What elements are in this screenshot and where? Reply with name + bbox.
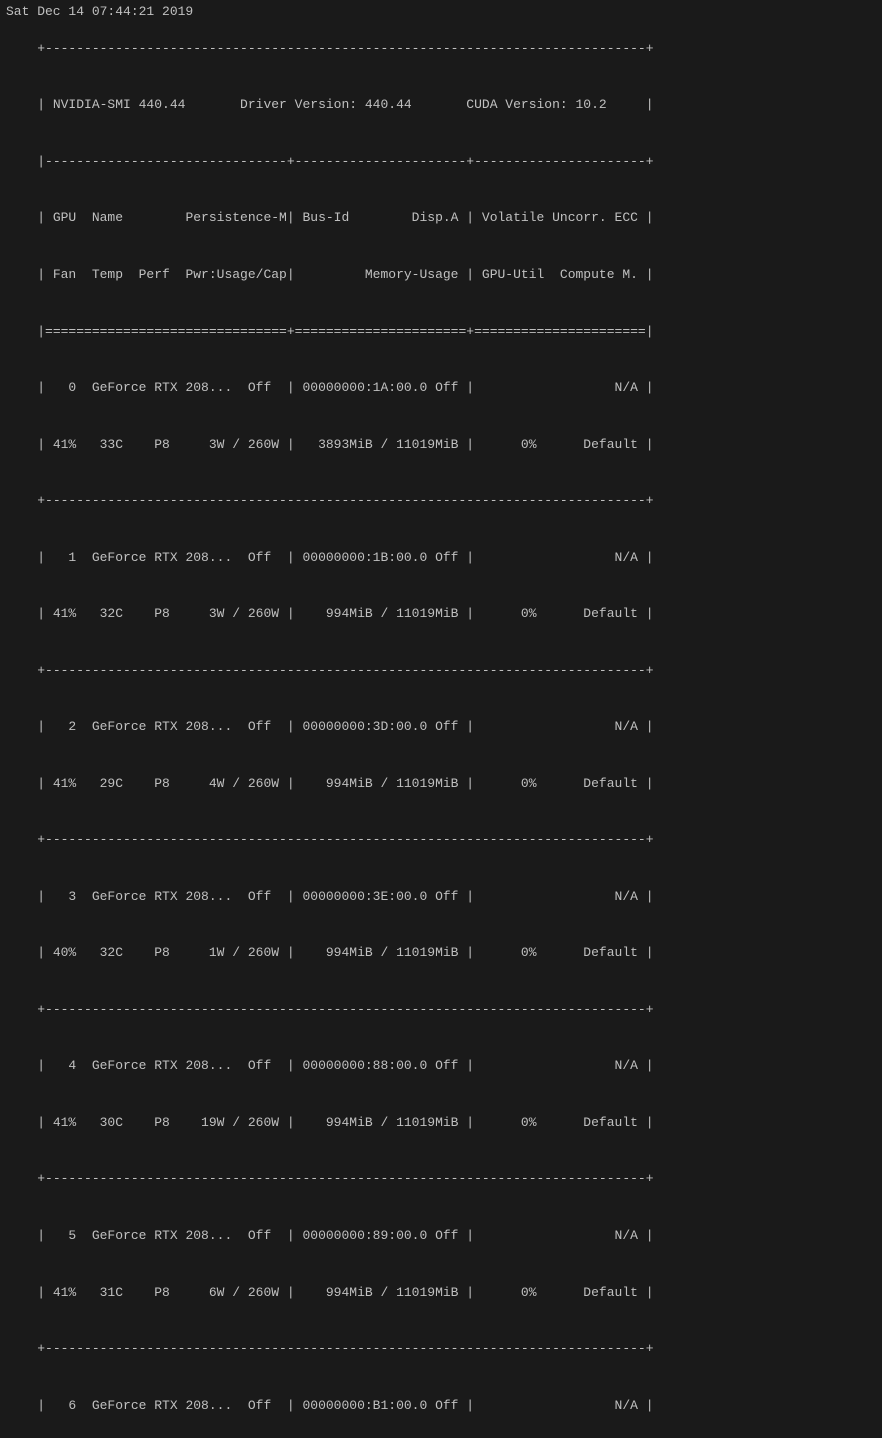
gpu-0-divider: +---------------------------------------… [37,493,653,508]
gpu-4-row2: | 41% 30C P8 19W / 260W | 994MiB / 11019… [37,1115,653,1130]
gpu-5-row2: | 41% 31C P8 6W / 260W | 994MiB / 11019M… [37,1285,653,1300]
col-divider-2: |===============================+=======… [37,324,653,339]
smi-header: | NVIDIA-SMI 440.44 Driver Version: 440.… [37,97,653,112]
terminal-window: Sat Dec 14 07:44:21 2019 +--------------… [0,0,882,1438]
gpu-0-row1: | 0 GeForce RTX 208... Off | 00000000:1A… [37,380,653,395]
gpu-1-row2: | 41% 32C P8 3W / 260W | 994MiB / 11019M… [37,606,653,621]
gpu-6-row1: | 6 GeForce RTX 208... Off | 00000000:B1… [37,1398,653,1413]
smi-output: +---------------------------------------… [6,21,876,1438]
gpu-5-row1: | 5 GeForce RTX 208... Off | 00000000:89… [37,1228,653,1243]
col-header-2: | Fan Temp Perf Pwr:Usage/Cap| Memory-Us… [37,267,653,282]
gpu-4-divider: +---------------------------------------… [37,1171,653,1186]
gpu-2-row2: | 41% 29C P8 4W / 260W | 994MiB / 11019M… [37,776,653,791]
gpu-1-divider: +---------------------------------------… [37,663,653,678]
top-border: +---------------------------------------… [37,41,653,56]
gpu-2-divider: +---------------------------------------… [37,832,653,847]
gpu-2-row1: | 2 GeForce RTX 208... Off | 00000000:3D… [37,719,653,734]
gpu-5-divider: +---------------------------------------… [37,1341,653,1356]
gpu-1-row1: | 1 GeForce RTX 208... Off | 00000000:1B… [37,550,653,565]
gpu-4-row1: | 4 GeForce RTX 208... Off | 00000000:88… [37,1058,653,1073]
timestamp: Sat Dec 14 07:44:21 2019 [6,4,876,19]
col-header-1: | GPU Name Persistence-M| Bus-Id Disp.A … [37,210,653,225]
gpu-3-row2: | 40% 32C P8 1W / 260W | 994MiB / 11019M… [37,945,653,960]
gpu-0-row2: | 41% 33C P8 3W / 260W | 3893MiB / 11019… [37,437,653,452]
col-divider-1: |-------------------------------+-------… [37,154,653,169]
gpu-3-row1: | 3 GeForce RTX 208... Off | 00000000:3E… [37,889,653,904]
gpu-3-divider: +---------------------------------------… [37,1002,653,1017]
